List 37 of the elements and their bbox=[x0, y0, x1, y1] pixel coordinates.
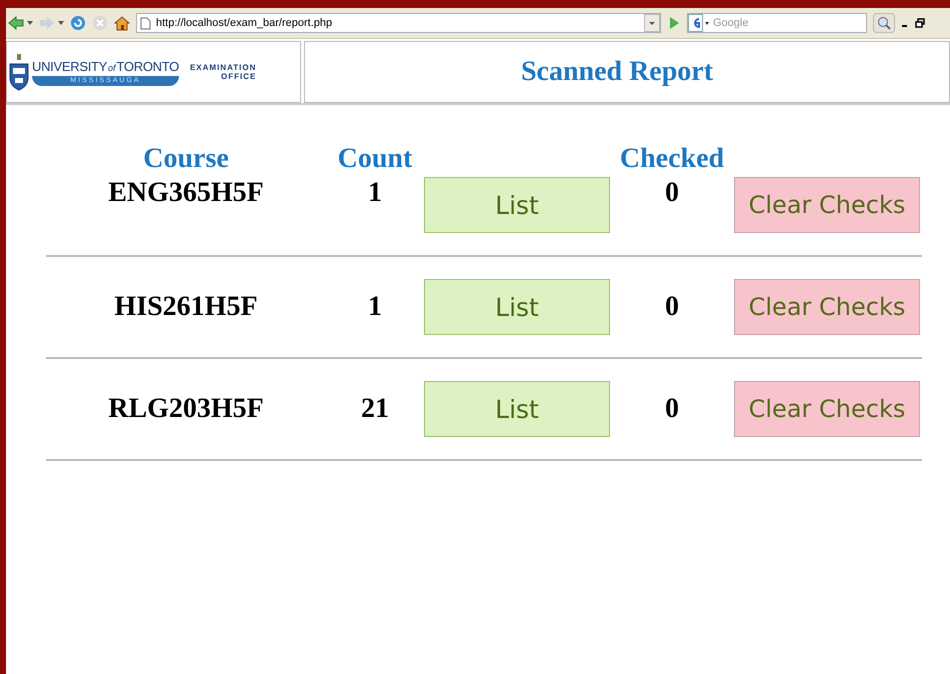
checked-count: 0 bbox=[665, 393, 679, 425]
checked-count: 0 bbox=[665, 291, 679, 323]
google-g-icon[interactable] bbox=[688, 14, 710, 32]
column-header: Course bbox=[143, 143, 229, 175]
back-arrow-icon[interactable] bbox=[8, 16, 24, 30]
reload-icon[interactable] bbox=[70, 15, 86, 31]
course-code: ENG365H5F bbox=[108, 177, 264, 209]
page-title: Scanned Report bbox=[520, 56, 714, 88]
search-icon[interactable] bbox=[873, 13, 895, 33]
crest-icon bbox=[9, 52, 29, 92]
count-value: 1 bbox=[368, 291, 382, 323]
clear-checks-button[interactable]: Clear Checks bbox=[734, 381, 920, 437]
restore-icon[interactable] bbox=[915, 18, 925, 28]
logo-wordmark: of bbox=[108, 62, 116, 72]
dropdown-caret-icon[interactable] bbox=[27, 21, 33, 25]
course-code: HIS261H5F bbox=[114, 291, 258, 323]
clear-checks-button[interactable]: Clear Checks bbox=[734, 279, 920, 335]
checked-count: 0 bbox=[665, 177, 679, 209]
home-icon[interactable] bbox=[114, 15, 130, 31]
office-label: OFFICE bbox=[221, 72, 256, 81]
address-field[interactable]: http://localhost/exam_bar/report.php bbox=[136, 13, 661, 33]
dropdown-caret-icon[interactable] bbox=[644, 14, 660, 32]
course-code: RLG203H5F bbox=[108, 393, 264, 425]
office-label: EXAMINATION bbox=[190, 63, 256, 72]
count-value: 1 bbox=[368, 177, 382, 209]
clear-checks-button[interactable]: Clear Checks bbox=[734, 177, 920, 233]
dropdown-caret-icon[interactable] bbox=[58, 21, 64, 25]
logo-wordmark: UNIVERSITY bbox=[32, 58, 108, 74]
count-value: 21 bbox=[361, 393, 389, 425]
list-button[interactable]: List bbox=[424, 381, 610, 437]
page-icon bbox=[140, 16, 151, 30]
list-button[interactable]: List bbox=[424, 279, 610, 335]
column-header: Count bbox=[338, 143, 412, 175]
logo-wordmark: TORONTO bbox=[116, 58, 179, 74]
search-field[interactable]: Google bbox=[687, 13, 867, 33]
list-button[interactable]: List bbox=[424, 177, 610, 233]
column-header: Checked bbox=[620, 143, 724, 175]
